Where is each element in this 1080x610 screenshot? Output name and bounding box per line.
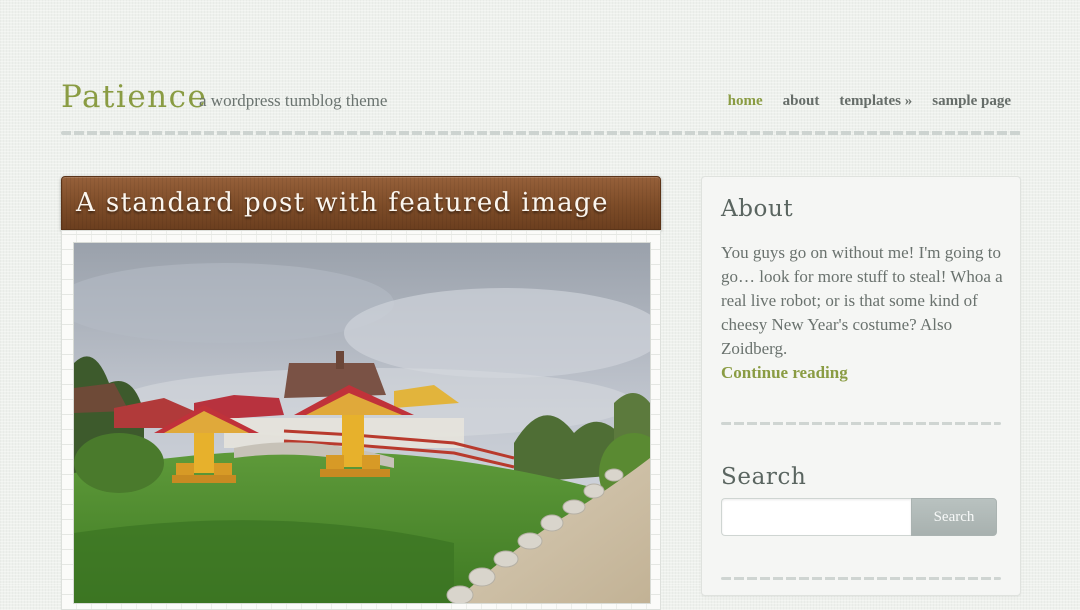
featured-image-scene [74,243,650,603]
sidebar: About You guys go on without me! I'm goi… [701,176,1021,596]
header-divider [61,131,1021,135]
nav-item-about[interactable]: about [783,93,820,110]
continue-reading-link[interactable]: Continue reading [721,361,848,385]
widget-divider [721,422,1001,425]
post-body [61,230,661,610]
search-widget-title: Search [721,464,807,490]
nav-item-home[interactable]: home [728,93,763,110]
post-title[interactable]: A standard post with featured image [76,185,609,221]
post: A standard post with featured image [61,176,661,610]
featured-image[interactable] [74,243,650,603]
site-tagline: a wordpress tumblog theme [199,91,388,110]
search-input[interactable] [721,498,911,536]
about-widget-text: You guys go on without me! I'm going to … [721,243,1003,358]
widget-divider [721,577,1001,580]
main-nav: home about templates » sample page [728,93,1011,110]
site-title[interactable]: Patience [61,76,207,118]
search-button[interactable]: Search [911,498,997,536]
search-form: Search [721,498,997,536]
about-widget-title: About [721,196,794,222]
post-title-bar: A standard post with featured image [61,176,661,230]
nav-item-sample-page[interactable]: sample page [932,93,1011,110]
site-header: Patience a wordpress tumblog theme home … [61,76,1021,122]
nav-item-templates[interactable]: templates » [839,93,912,110]
